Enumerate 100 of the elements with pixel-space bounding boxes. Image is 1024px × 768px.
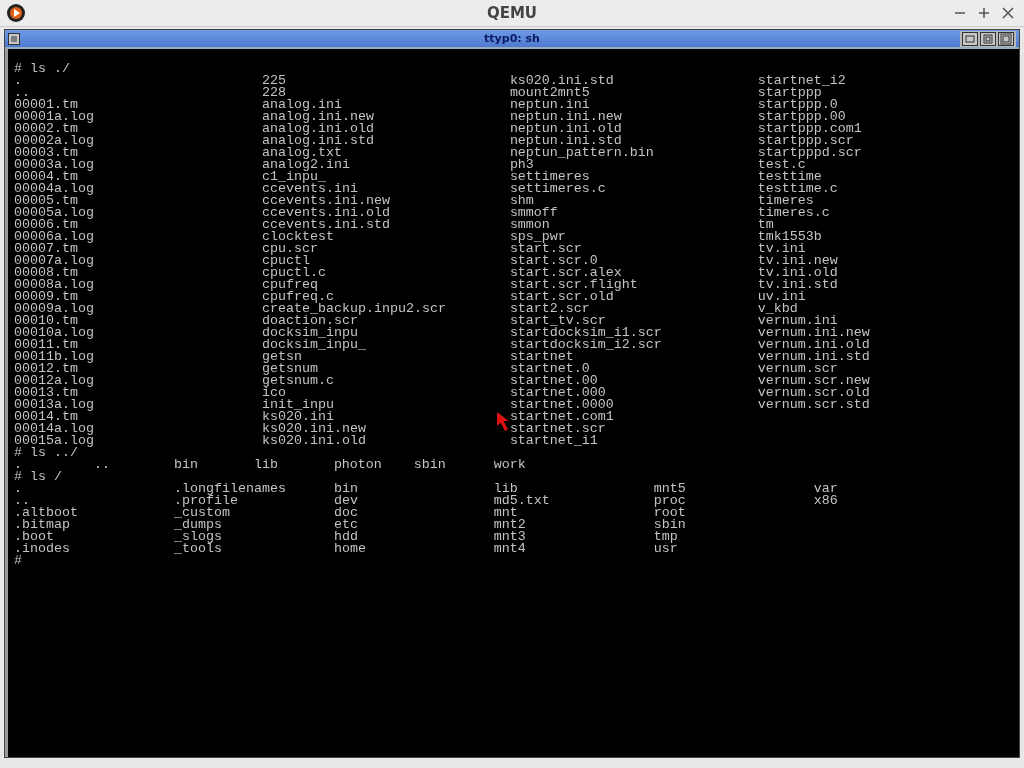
file-name: .altboot xyxy=(14,507,78,519)
file-name: ks020.ini.std xyxy=(509,75,614,87)
file-name: hdd xyxy=(333,531,358,543)
file-name: 228 xyxy=(261,87,286,99)
file-name: vernum.ini xyxy=(757,315,838,327)
file-name: 00009a.log xyxy=(14,303,94,315)
file-name: timeres.c xyxy=(757,207,830,219)
file-name: md5.txt xyxy=(493,495,550,507)
file-name: 00015a.log xyxy=(14,435,94,447)
file-name: startppp xyxy=(757,87,822,99)
file-name: ks020.ini.old xyxy=(261,435,366,447)
file-name: 00002.tm xyxy=(14,123,78,135)
app-logo-icon xyxy=(6,3,26,23)
file-name: analog2.ini xyxy=(261,159,350,171)
file-name: analog.ini.new xyxy=(261,111,374,123)
file-name: ccevents.ini.new xyxy=(261,195,390,207)
file-name: _slogs xyxy=(173,531,222,543)
file-name: analog.ini.std xyxy=(261,135,374,147)
file-name: doc xyxy=(333,507,358,519)
file-name: create_backup.inpu2.scr xyxy=(261,303,446,315)
file-name: v_kbd xyxy=(757,303,798,315)
file-name: 00004.tm xyxy=(14,171,78,183)
file-name: startnet_i1 xyxy=(509,435,598,447)
file-name: test.c xyxy=(757,159,806,171)
file-name: 00005.tm xyxy=(14,195,78,207)
command-line: # ls ./ xyxy=(14,63,70,75)
file-name: lib xyxy=(253,459,278,471)
file-name: startnet xyxy=(509,351,574,363)
file-name: startpppd.scr xyxy=(757,147,862,159)
file-name: 00001.tm xyxy=(14,99,78,111)
file-name: neptun.ini xyxy=(509,99,590,111)
file-name: uv.ini xyxy=(757,291,806,303)
file-name: .. xyxy=(93,459,110,471)
file-name: startnet.0000 xyxy=(509,399,614,411)
mouse-pointer-icon xyxy=(496,411,510,433)
file-name: 00007.tm xyxy=(14,243,78,255)
file-name: cpuctl xyxy=(261,255,310,267)
file-name: ccevents.ini xyxy=(261,183,358,195)
file-name: usr xyxy=(653,543,678,555)
file-name: startppp.00 xyxy=(757,111,846,123)
file-name: neptun.ini.old xyxy=(509,123,622,135)
file-name: .inodes xyxy=(14,543,70,555)
file-name: tv.ini xyxy=(757,243,806,255)
file-name: clocktest xyxy=(261,231,334,243)
file-name: .longfilenames xyxy=(173,483,286,495)
file-name: start.scr.0 xyxy=(509,255,598,267)
file-name: docksim_inpu_ xyxy=(261,339,366,351)
file-name: 00012.tm xyxy=(14,363,78,375)
file-name: start.scr.old xyxy=(509,291,614,303)
file-name: analog.txt xyxy=(261,147,342,159)
file-name: ph3 xyxy=(509,159,534,171)
file-name: start_tv.scr xyxy=(509,315,606,327)
file-name: vernum.scr.new xyxy=(757,375,870,387)
file-name: ccevents.ini.old xyxy=(261,207,390,219)
file-name: analog.ini xyxy=(261,99,342,111)
file-name: .. xyxy=(14,87,30,99)
file-name: ks020.ini.new xyxy=(261,423,366,435)
file-name: smmoff xyxy=(509,207,558,219)
file-name: 00005a.log xyxy=(14,207,94,219)
file-name: vernum.scr xyxy=(757,363,838,375)
file-name: work xyxy=(493,459,526,471)
file-name: 00004a.log xyxy=(14,183,94,195)
file-name: dev xyxy=(333,495,358,507)
file-name: getsnum.c xyxy=(261,375,334,387)
file-name: vernum.ini.std xyxy=(757,351,870,363)
file-name: startppp.0 xyxy=(757,99,838,111)
file-name: 00011b.log xyxy=(14,351,94,363)
file-name: .. xyxy=(14,495,30,507)
file-name: 225 xyxy=(261,75,286,87)
file-name: mnt3 xyxy=(493,531,526,543)
file-name: sbin xyxy=(413,459,446,471)
file-name: mnt2 xyxy=(493,519,526,531)
file-name: 00014.tm xyxy=(14,411,78,423)
file-name: 00006a.log xyxy=(14,231,94,243)
file-name: 00010a.log xyxy=(14,327,94,339)
file-name: start.scr xyxy=(509,243,582,255)
file-name: tmp xyxy=(653,531,678,543)
file-name: .profile xyxy=(173,495,238,507)
file-name: startnet.000 xyxy=(509,387,606,399)
file-name: 00008.tm xyxy=(14,267,78,279)
file-name: smmon xyxy=(509,219,550,231)
file-name: 00003.tm xyxy=(14,147,78,159)
file-name: 00011.tm xyxy=(14,339,78,351)
command-line: # ls / xyxy=(14,471,62,483)
file-name: startdocksim_i2.scr xyxy=(509,339,662,351)
file-name: init_inpu xyxy=(261,399,334,411)
file-name: _custom xyxy=(173,507,230,519)
file-name: x86 xyxy=(813,495,838,507)
file-name: 00010.tm xyxy=(14,315,78,327)
file-name: startppp.scr xyxy=(757,135,854,147)
file-name: . xyxy=(14,483,22,495)
file-name: start.scr.flight xyxy=(509,279,638,291)
file-name: ico xyxy=(261,387,286,399)
close-icon[interactable] xyxy=(1002,7,1014,19)
file-name: 00001a.log xyxy=(14,111,94,123)
menu-icon[interactable] xyxy=(8,32,20,45)
file-name: shm xyxy=(509,195,534,207)
file-name: startppp.com1 xyxy=(757,123,862,135)
file-name: startnet.0 xyxy=(509,363,590,375)
file-name: bin xyxy=(173,459,198,471)
